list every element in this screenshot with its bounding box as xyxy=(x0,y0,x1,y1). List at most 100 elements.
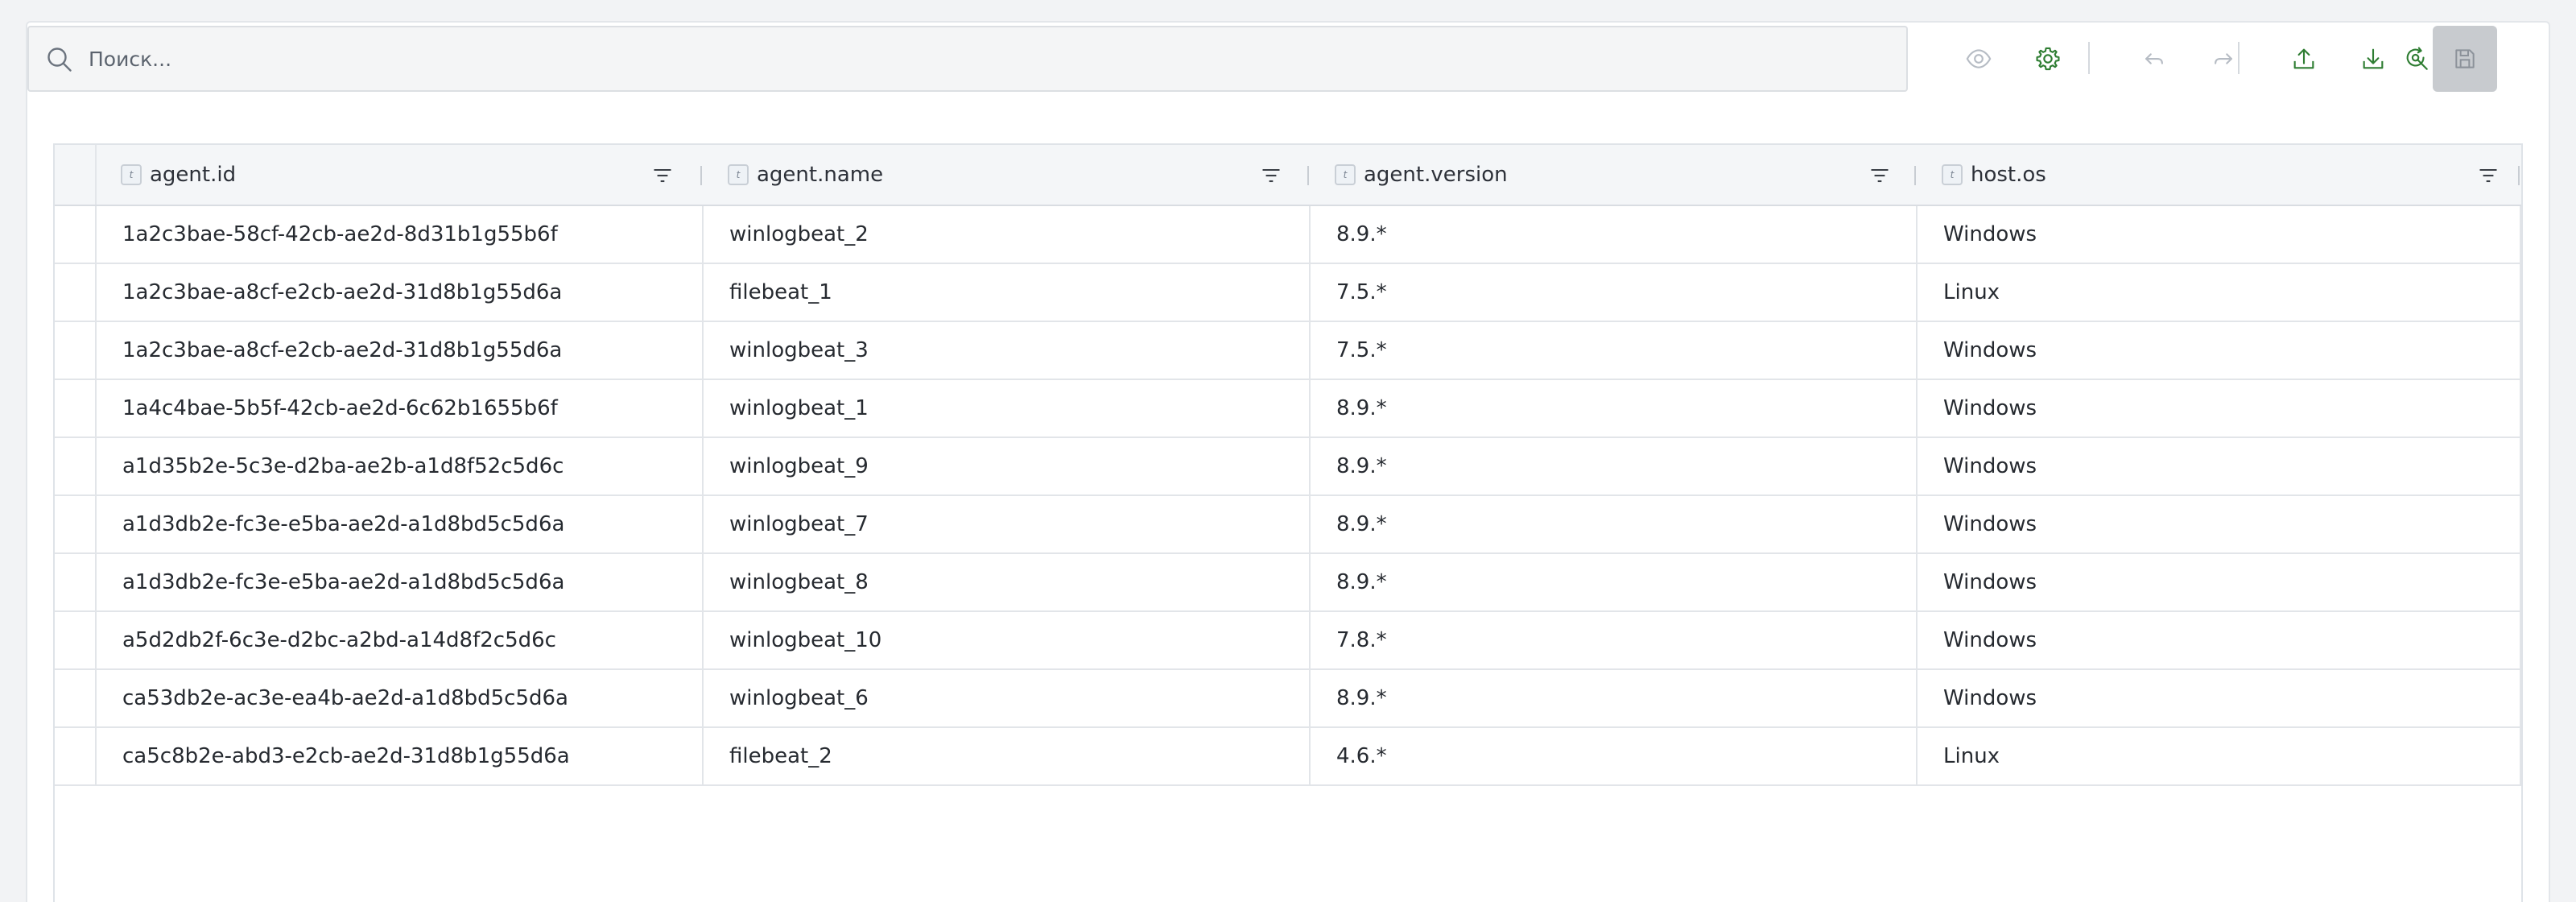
table-row[interactable]: a1d3db2e-fc3e-e5ba-ae2d-a1d8bd5c5d6a winl… xyxy=(55,554,2521,612)
table-cell-agent-version[interactable]: 7.5.* xyxy=(1311,322,1918,379)
table-row[interactable]: 1a2c3bae-58cf-42cb-ae2d-8d31b1g55b6f winl… xyxy=(55,206,2521,264)
text-type-icon: t xyxy=(121,164,142,185)
table-cell-host-os[interactable]: Windows xyxy=(1918,670,2521,726)
table-row[interactable]: 1a4c4bae-5b5f-42cb-ae2d-6c62b1655b6f winl… xyxy=(55,380,2521,438)
table-row[interactable]: 1a2c3bae-a8cf-e2cb-ae2d-31d8b1g55d6a file… xyxy=(55,264,2521,322)
table-cell-agent-version[interactable]: 8.9.* xyxy=(1311,496,1918,552)
table-cell-agent-name[interactable]: winlogbeat_10 xyxy=(704,612,1311,668)
filter-icon[interactable] xyxy=(2476,164,2500,187)
redo-icon xyxy=(2215,53,2232,64)
table-cell-host-os[interactable]: Windows xyxy=(1918,496,2521,552)
table-cell-agent-name[interactable]: filebeat_2 xyxy=(704,728,1311,784)
column-resize-handle[interactable] xyxy=(1307,166,1309,185)
view-button[interactable] xyxy=(1953,33,2004,85)
table-cell-agent-name[interactable]: winlogbeat_9 xyxy=(704,438,1311,494)
column-resize-handle[interactable] xyxy=(1914,166,1916,185)
row-gutter-header xyxy=(55,145,97,205)
row-gutter xyxy=(55,670,97,726)
table-cell-host-os[interactable]: Linux xyxy=(1918,264,2521,321)
table-cell-host-os[interactable]: Linux xyxy=(1918,728,2521,784)
table-cell-agent-version[interactable]: 8.9.* xyxy=(1311,670,1918,726)
table-row[interactable]: 1a2c3bae-a8cf-e2cb-ae2d-31d8b1g55d6a winl… xyxy=(55,322,2521,380)
table-cell-agent-id[interactable]: 1a2c3bae-a8cf-e2cb-ae2d-31d8b1g55d6a xyxy=(97,264,704,321)
table-cell-agent-id[interactable]: ca5c8b2e-abd3-e2cb-ae2d-31d8b1g55d6a xyxy=(97,728,704,784)
settings-button[interactable] xyxy=(2022,33,2074,85)
row-gutter xyxy=(55,554,97,610)
redo-button[interactable] xyxy=(2198,33,2249,85)
save-icon xyxy=(2455,49,2475,68)
column-title: agent.id xyxy=(150,163,237,187)
table-cell-host-os[interactable]: Windows xyxy=(1918,554,2521,610)
upload-icon xyxy=(2293,48,2314,69)
table-cell-agent-name[interactable]: winlogbeat_1 xyxy=(704,380,1311,437)
table-cell-agent-name[interactable]: filebeat_1 xyxy=(704,264,1311,321)
table-row[interactable]: a1d3db2e-fc3e-e5ba-ae2d-a1d8bd5c5d6a winl… xyxy=(55,496,2521,554)
table-cell-host-os[interactable]: Windows xyxy=(1918,380,2521,437)
undo-button[interactable] xyxy=(2128,33,2180,85)
table-cell-agent-id[interactable]: a1d35b2e-5c3e-d2ba-ae2b-a1d8f52c5d6c xyxy=(97,438,704,494)
table-cell-host-os[interactable]: Windows xyxy=(1918,206,2521,263)
column-title: agent.version xyxy=(1364,163,1508,187)
table-cell-agent-version[interactable]: 8.9.* xyxy=(1311,206,1918,263)
table-cell-agent-version[interactable]: 8.9.* xyxy=(1311,380,1918,437)
filter-icon[interactable] xyxy=(1868,164,1892,187)
table-cell-agent-version[interactable]: 7.5.* xyxy=(1311,264,1918,321)
table-cell-agent-id[interactable]: a1d3db2e-fc3e-e5ba-ae2d-a1d8bd5c5d6a xyxy=(97,496,704,552)
filter-icon[interactable] xyxy=(1259,164,1283,187)
table-cell-agent-version[interactable]: 4.6.* xyxy=(1311,728,1918,784)
table-row[interactable]: ca5c8b2e-abd3-e2cb-ae2d-31d8b1g55d6a file… xyxy=(55,728,2521,786)
column-header-agent-name[interactable]: t agent.name xyxy=(704,145,1307,205)
table-cell-host-os[interactable]: Windows xyxy=(1918,612,2521,668)
table-row[interactable]: a1d35b2e-5c3e-d2ba-ae2b-a1d8f52c5d6c winl… xyxy=(55,438,2521,496)
row-gutter xyxy=(55,206,97,263)
text-type-icon: t xyxy=(728,164,749,185)
row-gutter xyxy=(55,264,97,321)
row-gutter xyxy=(55,438,97,494)
table-cell-agent-name[interactable]: winlogbeat_8 xyxy=(704,554,1311,610)
column-header-agent-version[interactable]: t agent.version xyxy=(1311,145,1914,205)
table-cell-agent-id[interactable]: 1a2c3bae-a8cf-e2cb-ae2d-31d8b1g55d6a xyxy=(97,322,704,379)
table-cell-host-os[interactable]: Windows xyxy=(1918,322,2521,379)
table-header: t agent.id t agent.name t agent.version xyxy=(55,145,2521,206)
search-box xyxy=(27,26,1908,92)
text-type-icon: t xyxy=(1335,164,1356,185)
undo-icon xyxy=(2145,53,2163,64)
toolbar xyxy=(27,26,2497,92)
toolbar-divider xyxy=(2088,42,2090,74)
search-input[interactable] xyxy=(89,27,1892,90)
column-header-host-os[interactable]: t host.os xyxy=(1918,145,2521,205)
toolbar-divider xyxy=(2238,42,2240,74)
row-gutter xyxy=(55,380,97,437)
filter-icon[interactable] xyxy=(650,164,675,187)
table-cell-agent-id[interactable]: 1a2c3bae-58cf-42cb-ae2d-8d31b1g55b6f xyxy=(97,206,704,263)
table-row[interactable]: ca53db2e-ac3e-ea4b-ae2d-a1d8bd5c5d6a winl… xyxy=(55,670,2521,728)
table-cell-agent-id[interactable]: 1a4c4bae-5b5f-42cb-ae2d-6c62b1655b6f xyxy=(97,380,704,437)
table-cell-agent-id[interactable]: a5d2db2f-6c3e-d2bc-a2bd-a14d8f2c5d6c xyxy=(97,612,704,668)
column-header-agent-id[interactable]: t agent.id xyxy=(97,145,700,205)
table-cell-agent-version[interactable]: 8.9.* xyxy=(1311,554,1918,610)
table-cell-host-os[interactable]: Windows xyxy=(1918,438,2521,494)
table-cell-agent-version[interactable]: 8.9.* xyxy=(1311,438,1918,494)
table-cell-agent-id[interactable]: a1d3db2e-fc3e-e5ba-ae2d-a1d8bd5c5d6a xyxy=(97,554,704,610)
table-cell-agent-id[interactable]: ca53db2e-ac3e-ea4b-ae2d-a1d8bd5c5d6a xyxy=(97,670,704,726)
column-title: host.os xyxy=(1971,163,2046,187)
column-title: agent.name xyxy=(757,163,884,187)
table-row[interactable]: a5d2db2f-6c3e-d2bc-a2bd-a14d8f2c5d6c winl… xyxy=(55,612,2521,670)
column-resize-handle[interactable] xyxy=(700,166,702,185)
gear-icon xyxy=(2036,47,2060,71)
table-cell-agent-name[interactable]: winlogbeat_2 xyxy=(704,206,1311,263)
column-resize-handle[interactable] xyxy=(2518,166,2520,185)
table-cell-agent-name[interactable]: winlogbeat_3 xyxy=(704,322,1311,379)
export-button[interactable] xyxy=(2278,33,2330,85)
text-type-icon: t xyxy=(1942,164,1963,185)
table-cell-agent-version[interactable]: 7.8.* xyxy=(1311,612,1918,668)
save-button[interactable] xyxy=(2433,26,2497,92)
row-gutter xyxy=(55,728,97,784)
refresh-search-icon xyxy=(2406,47,2428,70)
row-gutter xyxy=(55,612,97,668)
table-cell-agent-name[interactable]: winlogbeat_6 xyxy=(704,670,1311,726)
table-cell-agent-name[interactable]: winlogbeat_7 xyxy=(704,496,1311,552)
row-gutter xyxy=(55,322,97,379)
search-icon xyxy=(47,48,72,72)
download-icon xyxy=(2363,48,2384,69)
